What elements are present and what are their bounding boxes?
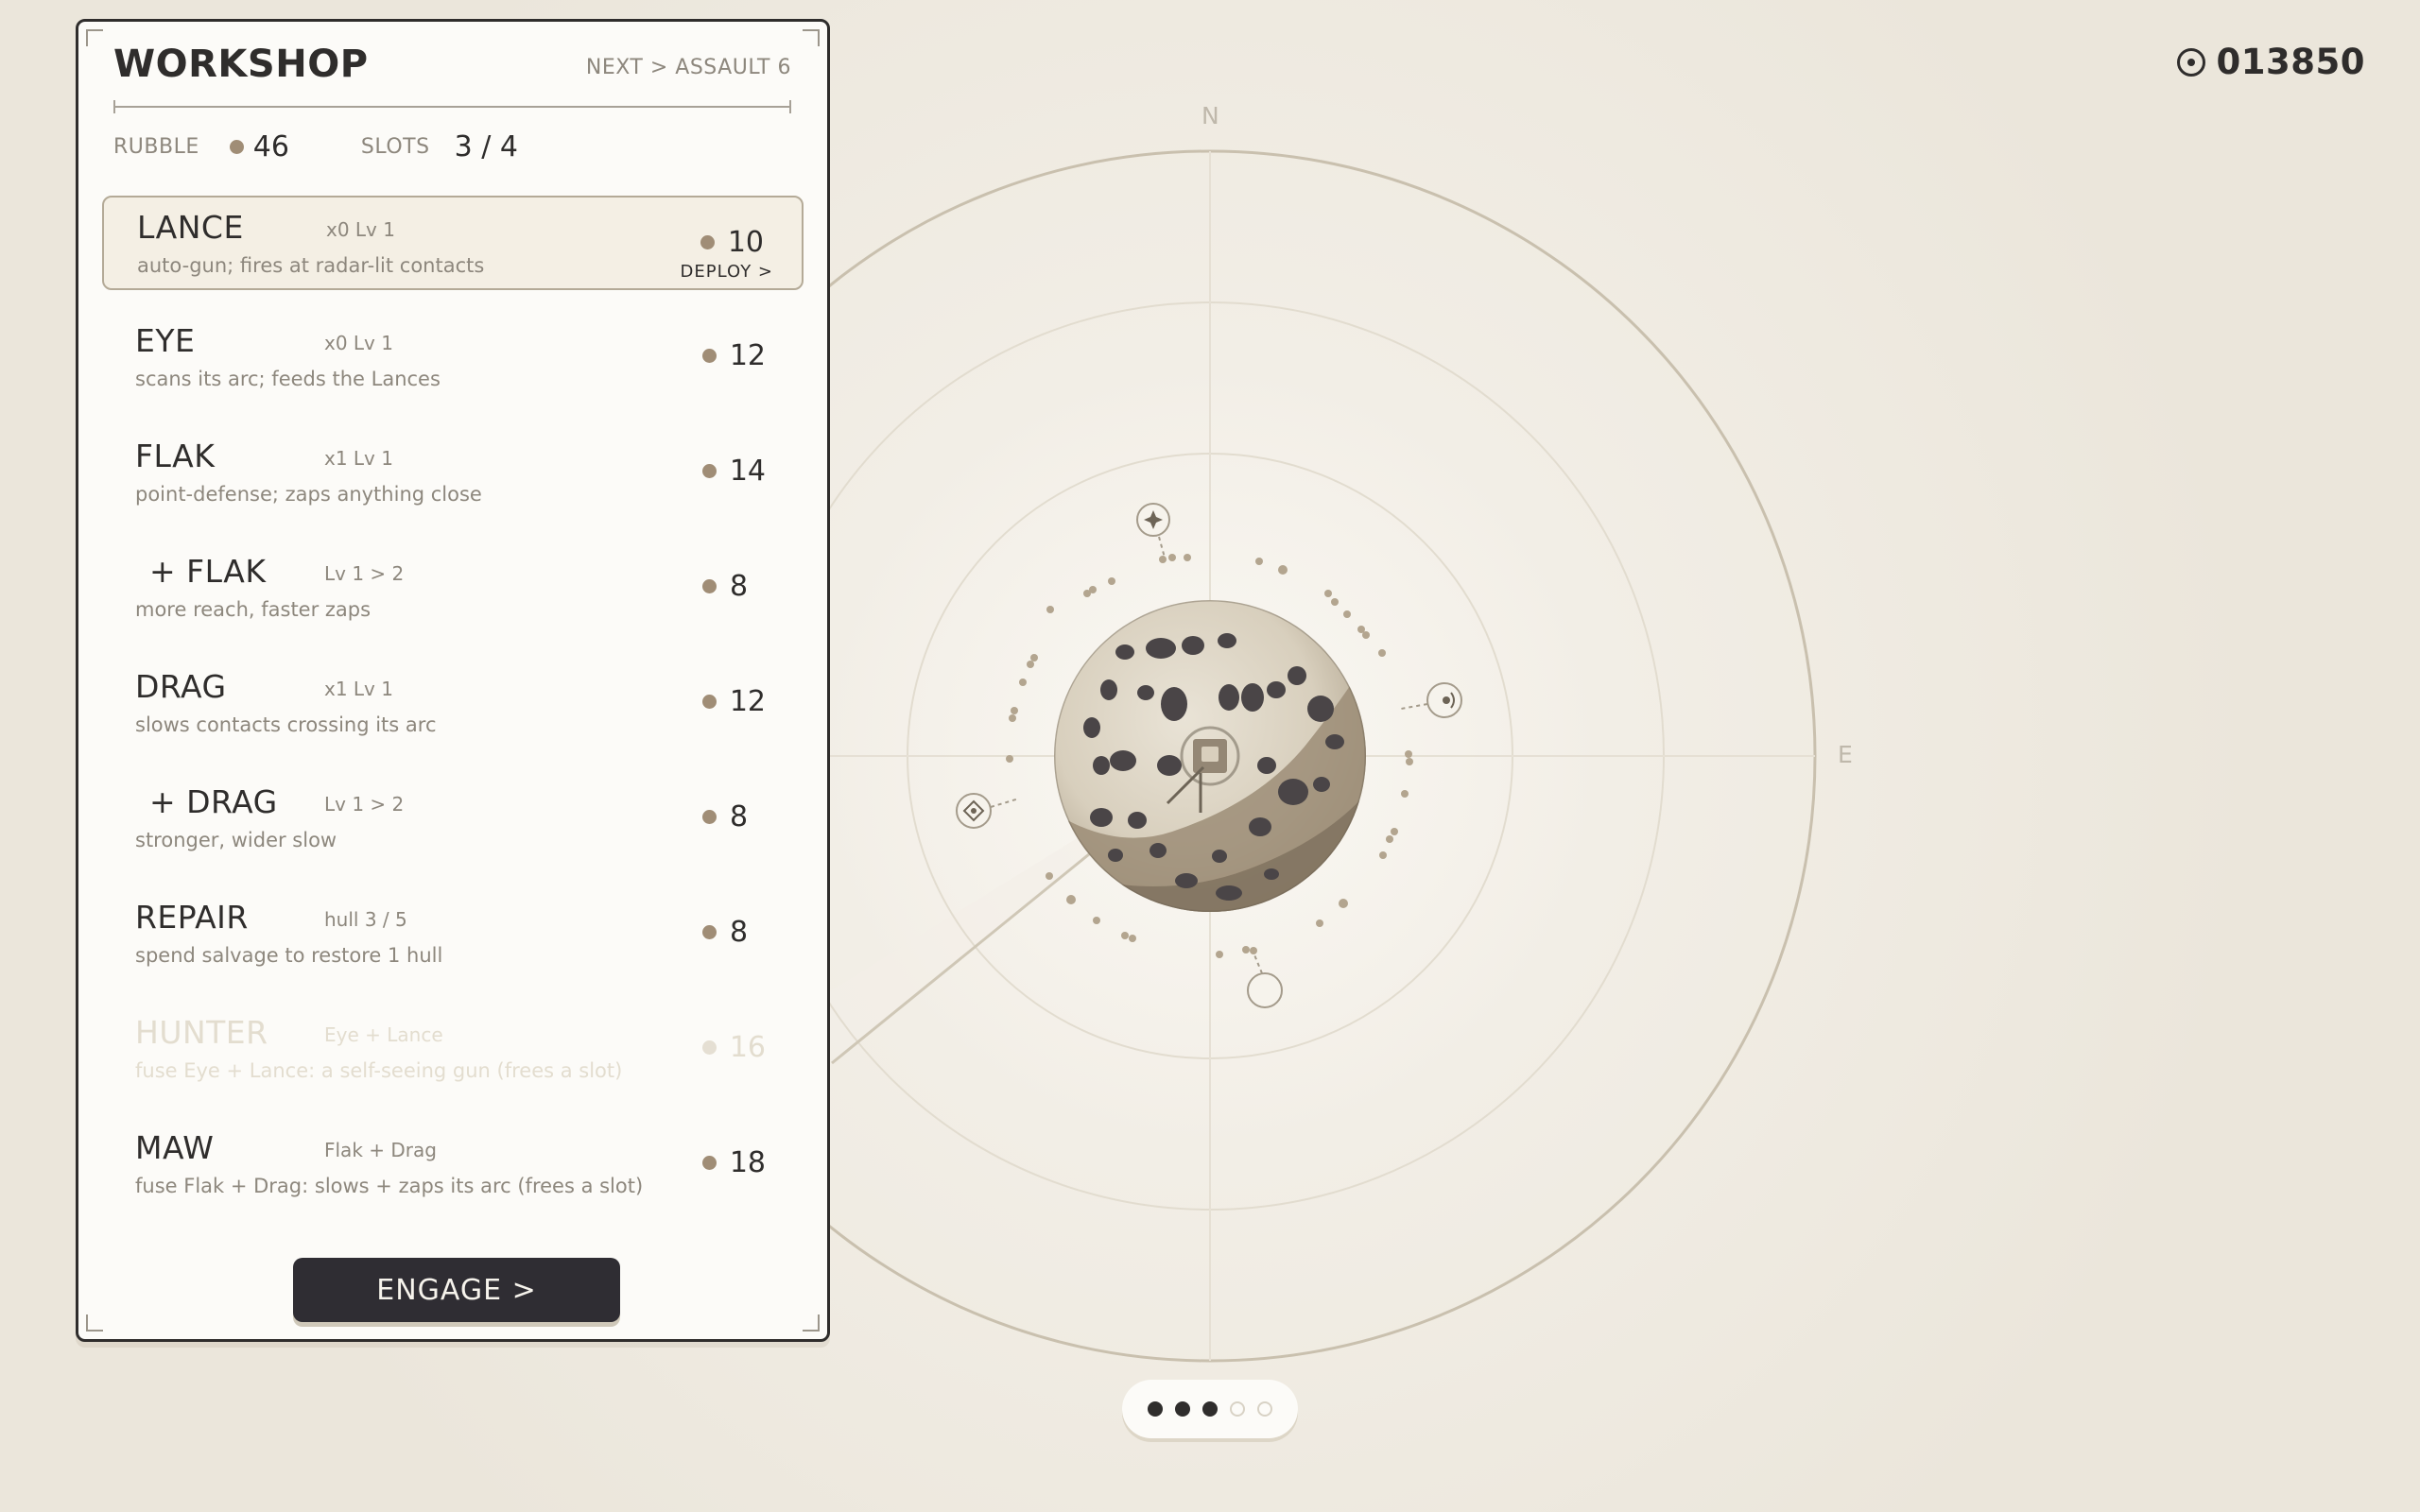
engage-button[interactable]: ENGAGE >	[293, 1258, 620, 1322]
resource-stats: RUBBLE 46 SLOTS 3 / 4	[113, 128, 518, 165]
item-tag: x0 Lv 1	[326, 218, 395, 241]
shop-item-upgrade-drag[interactable]: + DRAG Lv 1 > 2 stronger, wider slow 8	[102, 772, 804, 867]
item-tag: Lv 1 > 2	[324, 793, 405, 816]
item-cost-value: 16	[729, 1031, 766, 1064]
item-name: REPAIR	[135, 899, 249, 936]
shop-item-upgrade-flak[interactable]: + FLAK Lv 1 > 2 more reach, faster zaps …	[102, 541, 804, 636]
item-cost: 8	[702, 800, 766, 833]
item-cost-value: 10	[727, 226, 764, 259]
rubble-icon	[701, 1156, 717, 1170]
page-dot[interactable]	[1257, 1401, 1272, 1417]
item-tag: x1 Lv 1	[324, 447, 393, 470]
item-name: FLAK	[135, 438, 216, 474]
shop-item-drag[interactable]: DRAG x1 Lv 1 slows contacts crossing its…	[102, 657, 804, 751]
item-name: HUNTER	[135, 1014, 268, 1051]
item-name: EYE	[135, 322, 196, 359]
corner-bracket	[803, 29, 820, 46]
target-icon	[2176, 47, 2205, 77]
shop-item-maw[interactable]: MAW Flak + Drag fuse Flak + Drag: slows …	[102, 1118, 804, 1212]
item-cost-value: 14	[729, 455, 766, 488]
item-name: LANCE	[137, 209, 244, 246]
compass-east: E	[1838, 741, 1853, 768]
item-name: DRAG	[135, 668, 227, 705]
item-cost-value: 8	[730, 800, 749, 833]
shop-item-eye[interactable]: EYE x0 Lv 1 scans its arc; feeds the Lan…	[102, 311, 804, 405]
compass-north: N	[1201, 102, 1219, 129]
rubble-icon	[701, 695, 717, 709]
shop-item-repair[interactable]: REPAIR hull 3 / 5 spend salvage to resto…	[102, 887, 804, 982]
item-cost-value: 12	[729, 685, 766, 718]
workshop-panel: WORKSHOP NEXT > ASSAULT 6 RUBBLE 46 SLOT…	[76, 19, 830, 1342]
item-tag: Lv 1 > 2	[324, 562, 405, 585]
page-dot[interactable]	[1230, 1401, 1245, 1417]
marker-signal	[1400, 682, 1462, 718]
item-tag: hull 3 / 5	[324, 908, 407, 931]
page-dot[interactable]	[1175, 1401, 1190, 1417]
item-cost: 14	[701, 455, 766, 488]
item-tag: x1 Lv 1	[324, 678, 393, 700]
item-cost: 10	[700, 226, 764, 259]
page-dot[interactable]	[1202, 1401, 1218, 1417]
marker-diamond	[956, 793, 1020, 829]
item-cost: 8	[702, 570, 766, 603]
marker-empty	[1247, 952, 1283, 1008]
panel-title: WORKSHOP	[113, 43, 369, 86]
item-cost: 8	[702, 916, 766, 949]
rubble-icon	[700, 235, 715, 249]
item-desc: stronger, wider slow	[135, 829, 337, 851]
item-desc: slows contacts crossing its arc	[135, 713, 437, 736]
slots-label: SLOTS	[360, 134, 430, 159]
item-desc: auto-gun; fires at radar-lit contacts	[137, 254, 485, 277]
score-display: 013850	[2176, 42, 2365, 82]
marker-star	[1136, 503, 1170, 558]
item-cost-value: 8	[730, 570, 749, 603]
rubble-icon	[701, 349, 717, 363]
item-cost: 12	[701, 339, 766, 372]
item-desc: point-defense; zaps anything close	[135, 483, 482, 506]
score-value: 013850	[2216, 42, 2365, 82]
item-desc: more reach, faster zaps	[135, 598, 372, 621]
item-tag: x0 Lv 1	[324, 332, 393, 354]
item-name: MAW	[135, 1129, 215, 1166]
deploy-button[interactable]: DEPLOY >	[681, 262, 773, 282]
rubble-label: RUBBLE	[113, 134, 199, 159]
rubble-icon	[229, 139, 244, 154]
item-cost: 18	[701, 1146, 766, 1179]
item-name: + FLAK	[149, 553, 267, 590]
item-cost-value: 12	[729, 339, 766, 372]
item-cost: 12	[701, 685, 766, 718]
rubble-icon	[702, 810, 717, 824]
rubble-icon	[701, 464, 717, 478]
page-indicator[interactable]	[1122, 1380, 1298, 1438]
shop-item-lance[interactable]: LANCE x0 Lv 1 auto-gun; fires at radar-l…	[102, 196, 804, 290]
rubble-icon	[701, 1040, 717, 1055]
item-desc: spend salvage to restore 1 hull	[135, 944, 443, 967]
item-tag: Eye + Lance	[324, 1023, 443, 1046]
item-desc: fuse Flak + Drag: slows + zaps its arc (…	[135, 1175, 644, 1197]
divider	[113, 100, 791, 113]
shop-item-hunter: HUNTER Eye + Lance fuse Eye + Lance: a s…	[102, 1003, 804, 1097]
item-desc: fuse Eye + Lance: a self-seeing gun (fre…	[135, 1059, 623, 1082]
item-cost-value: 8	[730, 916, 749, 949]
item-cost-value: 18	[729, 1146, 766, 1179]
corner-bracket	[86, 1314, 103, 1332]
corner-bracket	[803, 1314, 820, 1332]
item-desc: scans its arc; feeds the Lances	[135, 368, 441, 390]
item-cost: 16	[701, 1031, 766, 1064]
item-name: + DRAG	[149, 783, 278, 820]
slots-value: 3 / 4	[454, 129, 518, 163]
shop-item-flak[interactable]: FLAK x1 Lv 1 point-defense; zaps anythin…	[102, 426, 804, 521]
rubble-value: 46	[252, 129, 289, 163]
next-wave-label: NEXT > ASSAULT 6	[585, 56, 791, 79]
corner-bracket	[86, 29, 103, 46]
rubble-icon	[702, 925, 717, 939]
page-dot[interactable]	[1148, 1401, 1163, 1417]
item-tag: Flak + Drag	[324, 1139, 437, 1161]
rubble-icon	[702, 579, 717, 593]
